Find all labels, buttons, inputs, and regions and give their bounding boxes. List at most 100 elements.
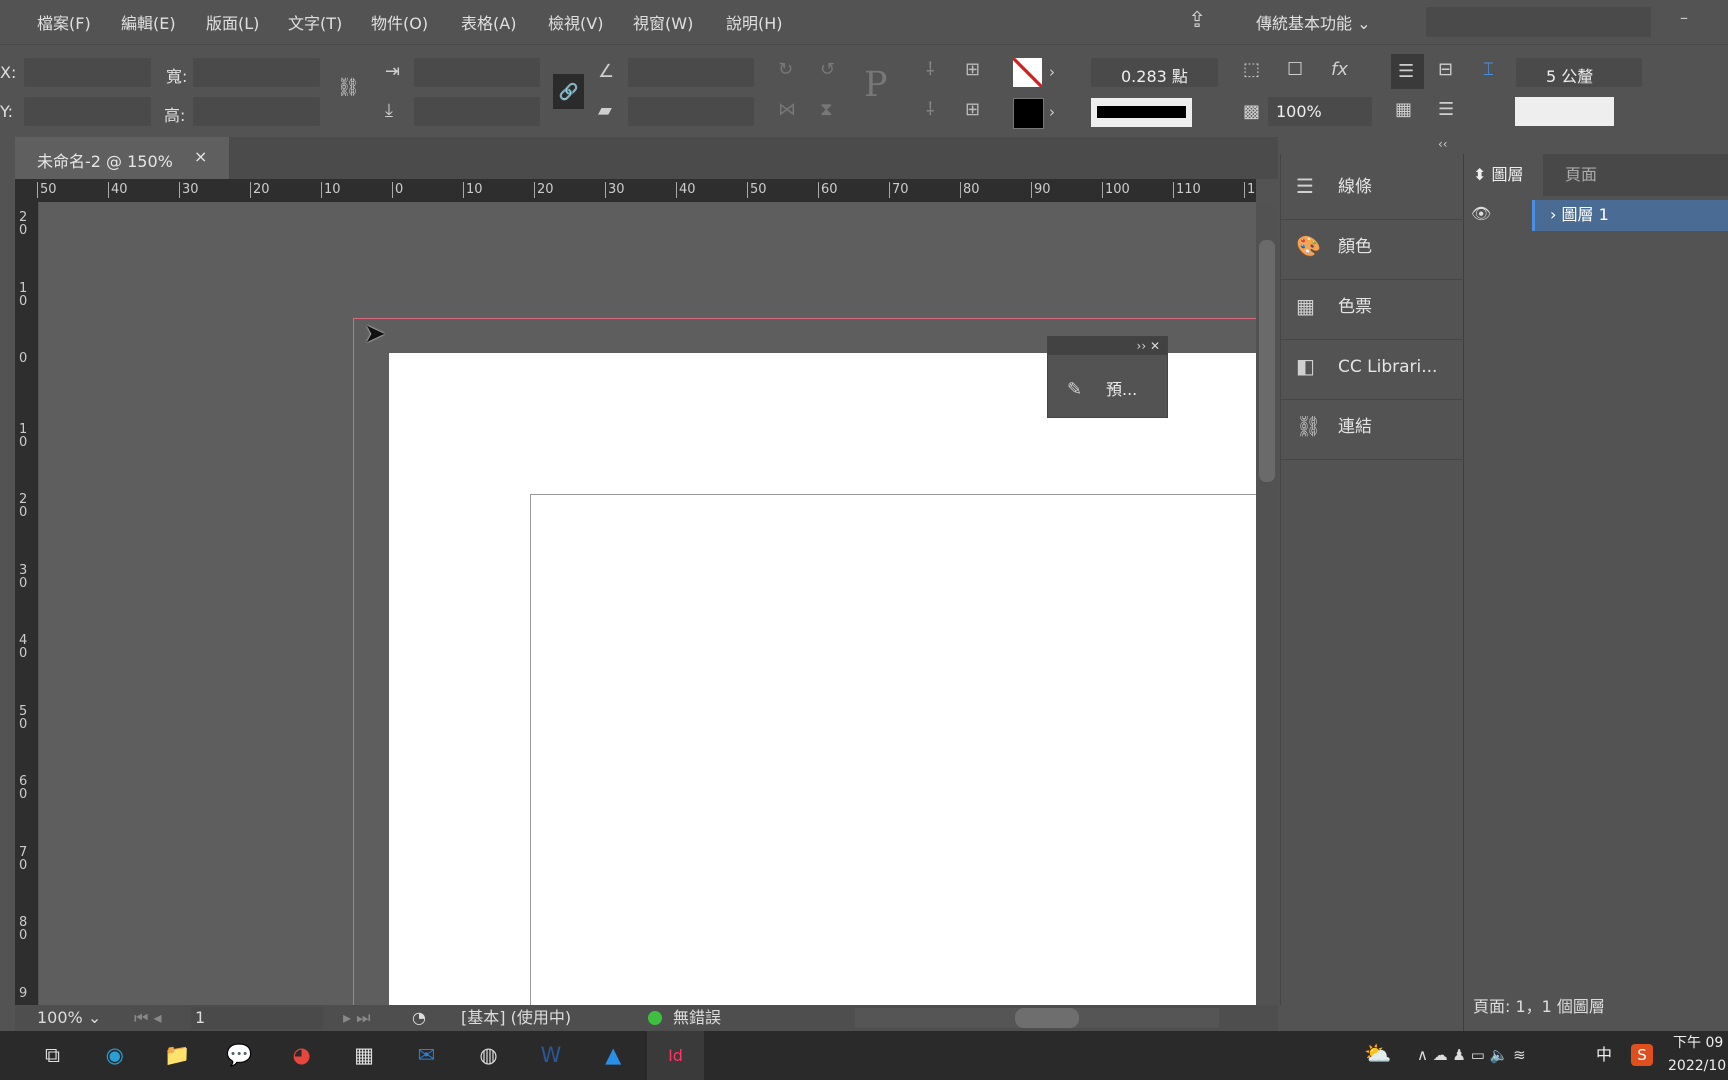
text-wrap-none-button[interactable]: ☰ (1391, 54, 1424, 89)
ruler-tick-label: 7 0 (19, 844, 28, 873)
panel-lines[interactable]: ☰ 線條 (1281, 159, 1462, 220)
system-tray[interactable]: ∧ ☁ ♟ ▭ 🔈 ≋ (1417, 1045, 1526, 1065)
flip-vertical-icon[interactable]: ⧗ (820, 99, 833, 121)
zoom-select[interactable]: 100% ⌄ (37, 1008, 101, 1028)
minimize-button[interactable]: – (1680, 8, 1688, 27)
reference-point-icon[interactable]: P (864, 65, 888, 105)
taskbar-app-icon[interactable]: ◍ (470, 1038, 507, 1073)
ruler-tick-label: 4 0 (19, 633, 28, 661)
clock[interactable]: 下午 09 (1673, 1034, 1723, 1052)
floating-panel-label[interactable]: 預... (1106, 380, 1137, 400)
sogou-icon[interactable]: S (1631, 1044, 1653, 1066)
close-tab-icon[interactable]: × (194, 147, 207, 166)
text-wrap-bbox-icon[interactable]: ⊟ (1438, 59, 1453, 81)
fill-swatch[interactable] (1013, 58, 1042, 87)
vertical-ruler[interactable]: 2 0 1 0 0 1 0 2 0 3 0 4 0 5 0 6 0 7 0 8 0 9 (15, 202, 38, 1005)
next-page-button[interactable]: ▸ ⏭ (343, 1008, 371, 1028)
menu-file[interactable]: 檔案(F) (37, 10, 91, 34)
workspace-switcher[interactable]: 傳統基本功能 ⌄ (1256, 10, 1371, 34)
close-panel-icon[interactable]: ✕ (1150, 339, 1160, 353)
menu-type[interactable]: 文字(T) (288, 10, 342, 34)
horizontal-scrollbar[interactable] (855, 1008, 1219, 1028)
width-field[interactable] (193, 58, 320, 87)
open-page-icon[interactable]: ◔ (412, 1008, 426, 1028)
share-icon[interactable]: ⇪ (1188, 10, 1206, 32)
rotate-ccw-icon[interactable]: ↺ (820, 59, 835, 81)
preflight-status[interactable]: 無錯誤 (673, 1008, 721, 1028)
link-scale-button[interactable]: 🔗 (553, 74, 584, 109)
first-page-button[interactable]: ⏮ ◂ (134, 1008, 162, 1028)
ruler-tick-label: 0 (19, 351, 28, 366)
date[interactable]: 2022/10 (1668, 1057, 1726, 1075)
y-field[interactable] (24, 97, 151, 126)
tab-pages[interactable]: 頁面 (1565, 165, 1597, 185)
constrain-proportions-icon[interactable]: ⛓ (337, 77, 360, 99)
page-value: 1 (195, 1008, 206, 1027)
spacing-icon: ⌶ (1483, 59, 1494, 80)
menu-help[interactable]: 說明(H) (726, 10, 783, 34)
pasteboard[interactable]: ➤ ›› ✕ ✎ 預... (39, 202, 1256, 1005)
collapse-panels-icon[interactable]: ‹‹ (1438, 137, 1448, 151)
stroke-weight-field[interactable]: 0.283 點 (1091, 58, 1218, 87)
panel-library[interactable]: ◧ CC Librari... (1281, 339, 1462, 400)
panel-link[interactable]: ⛓ 連結 (1281, 399, 1462, 460)
search-input[interactable] (1426, 7, 1651, 37)
menu-view[interactable]: 檢視(V) (548, 10, 603, 34)
opacity-value: 100% (1276, 102, 1322, 121)
ruler-tick-label: 50 (37, 182, 57, 198)
align-icon[interactable]: ☰ (1438, 99, 1454, 121)
rotate-field[interactable] (628, 58, 754, 87)
taskbar-task-view-icon[interactable]: ⧉ (34, 1038, 71, 1073)
scale-x-field[interactable] (414, 58, 540, 87)
panel-palette[interactable]: 🎨 顏色 (1281, 219, 1462, 280)
fill-menu-chevron-icon[interactable]: › (1049, 61, 1055, 83)
rotate-cw-icon[interactable]: ↻ (778, 59, 793, 81)
horizontal-ruler[interactable]: 5040302010010203040506070809010011012 (15, 179, 1256, 202)
visibility-eye-icon[interactable]: 👁 (1471, 204, 1491, 224)
select-container-icon[interactable]: ⸸ (926, 59, 934, 81)
spacing-field[interactable]: 5 公釐 (1516, 58, 1642, 87)
layer-row[interactable]: › 圖層 1 (1532, 200, 1728, 231)
taskbar-edge-icon[interactable]: ◉ (96, 1038, 133, 1073)
stroke-type-select[interactable] (1091, 98, 1192, 127)
fx-icon[interactable]: fx (1331, 59, 1348, 81)
weather-icon[interactable]: ⛅ (1364, 1042, 1391, 1068)
select-content-icon[interactable]: ⸸ (926, 99, 934, 121)
expand-panel-icon[interactable]: ›› (1137, 339, 1150, 353)
frame-fitting-icon[interactable]: ⬚ (1243, 59, 1260, 81)
x-field[interactable] (24, 58, 151, 87)
opacity-field[interactable]: 100% (1268, 97, 1372, 126)
scale-y-field[interactable] (414, 97, 540, 126)
flip-horizontal-icon[interactable]: ⋈ (778, 99, 796, 121)
taskbar-mail-icon[interactable]: ✉ (408, 1038, 445, 1073)
select-previous-icon[interactable]: ⊞ (965, 59, 980, 81)
menu-table[interactable]: 表格(A) (461, 10, 516, 34)
select-next-icon[interactable]: ⊞ (965, 99, 980, 121)
taskbar-explorer-icon[interactable]: 📁 (159, 1038, 196, 1073)
panel-swatches[interactable]: ▦ 色票 (1281, 279, 1462, 340)
taskbar-app2-icon[interactable]: ▲ (595, 1038, 632, 1073)
taskbar-wechat-icon[interactable]: 💬 (221, 1038, 258, 1073)
taskbar-word-icon[interactable]: W (532, 1038, 569, 1073)
taskbar-store-icon[interactable]: ▦ (346, 1038, 383, 1073)
auto-fit-icon[interactable]: ▦ (1395, 99, 1412, 121)
menu-layout[interactable]: 版面(L) (206, 10, 259, 34)
stroke-menu-chevron-icon[interactable]: › (1049, 101, 1055, 123)
height-field[interactable] (193, 97, 320, 126)
drop-shadow-icon[interactable]: ☐ (1287, 59, 1303, 81)
shear-field[interactable] (628, 97, 754, 126)
style-select[interactable] (1515, 97, 1614, 126)
taskbar-chrome-icon[interactable]: ◕ (283, 1038, 320, 1073)
menu-object[interactable]: 物件(O) (371, 10, 428, 34)
ime-indicator[interactable]: 中 (1596, 1045, 1612, 1065)
menu-window[interactable]: 視窗(W) (633, 10, 693, 34)
stroke-swatch[interactable] (1013, 98, 1044, 129)
document-tab[interactable]: 未命名-2 @ 150% × (15, 137, 229, 179)
taskbar-indesign-icon[interactable]: Id (647, 1031, 704, 1080)
tab-layers[interactable]: ⬍ 圖層 (1464, 154, 1543, 196)
menu-edit[interactable]: 編輯(E) (121, 10, 176, 34)
style-status[interactable]: [基本] (使用中) (461, 1008, 571, 1028)
vertical-scrollbar[interactable] (1256, 202, 1278, 1005)
opacity-icon: ▩ (1243, 101, 1261, 122)
page-field[interactable]: 1 (191, 1007, 323, 1029)
